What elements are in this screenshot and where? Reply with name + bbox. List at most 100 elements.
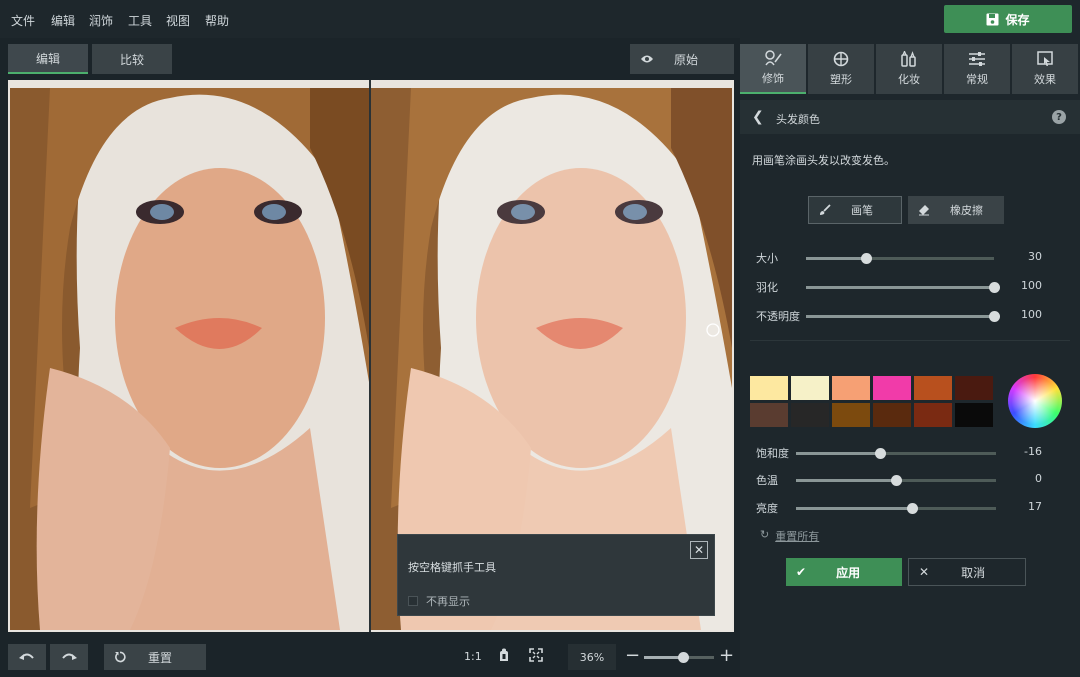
tab-reshape[interactable]: 塑形 [808, 44, 874, 94]
slider-saturation-thumb[interactable] [875, 448, 886, 459]
color-swatch[interactable] [873, 403, 911, 427]
color-swatch[interactable] [955, 403, 993, 427]
slider-size-thumb[interactable] [861, 253, 873, 264]
slider-temperature-value: 0 [1035, 472, 1042, 485]
zoom-slider-fill [644, 656, 683, 659]
slider-saturation-fill [796, 452, 880, 455]
original-label: 原始 [674, 52, 699, 67]
zoom-in-icon[interactable]: + [719, 645, 734, 666]
tab-makeup-label: 化妆 [898, 73, 920, 86]
eye-icon [641, 55, 653, 63]
undo-button[interactable] [8, 644, 46, 670]
reshape-icon [833, 51, 849, 67]
dont-show-checkbox[interactable]: 不再显示 [408, 593, 470, 609]
slider-saturation-value: -16 [1024, 445, 1042, 458]
color-swatch[interactable] [914, 403, 952, 427]
fit-screen-icon[interactable] [529, 648, 543, 665]
actual-size-button[interactable]: 1:1 [464, 650, 482, 663]
color-swatch[interactable] [750, 403, 788, 427]
menu-help[interactable]: 帮助 [205, 12, 229, 29]
original-button[interactable]: 原始 [630, 44, 734, 74]
zoom-slider[interactable] [644, 652, 714, 663]
retouch-brush-icon [765, 50, 782, 66]
tab-effects[interactable]: 效果 [1012, 44, 1078, 94]
adjust-panel: 修饰 塑形 化妆 常规 效果 ❮ 头发颜色 ? 用画笔涂画头发以改变发色。 画笔… [740, 38, 1080, 677]
menu-edit[interactable]: 编辑 [51, 12, 75, 29]
menu-tools[interactable]: 工具 [128, 12, 152, 29]
slider-brightness-label: 亮度 [756, 502, 778, 515]
slider-size-label: 大小 [756, 252, 778, 265]
slider-brightness-value: 17 [1028, 500, 1042, 513]
color-swatch[interactable] [832, 403, 870, 427]
slider-feather-fill [806, 286, 994, 289]
slider-size-fill [806, 257, 867, 260]
zoom-field[interactable]: 36% [568, 644, 616, 670]
slider-size[interactable] [806, 253, 994, 264]
divider [750, 340, 1070, 341]
sliders-icon [969, 52, 985, 66]
slider-opacity-value: 100 [1021, 308, 1042, 321]
tool-description: 用画笔涂画头发以改变发色。 [752, 154, 895, 167]
tab-reshape-label: 塑形 [830, 73, 852, 86]
menu-view[interactable]: 视图 [166, 12, 190, 29]
reset-all-icon: ↻ [760, 528, 770, 541]
zoom-slider-thumb[interactable] [677, 652, 689, 663]
cancel-button[interactable]: ✕ 取消 [908, 558, 1026, 586]
slider-opacity-label: 不透明度 [756, 310, 800, 323]
workspace: 编辑 比较 原始 ✕ 按空格键抓手工具 不再显示 [0, 38, 740, 677]
color-swatch[interactable] [955, 376, 993, 400]
slider-opacity[interactable] [806, 311, 1000, 322]
slider-feather-label: 羽化 [756, 281, 778, 294]
slider-size-value: 30 [1028, 250, 1042, 263]
slider-feather-thumb[interactable] [989, 282, 1000, 293]
slider-opacity-thumb[interactable] [989, 311, 1000, 322]
slider-temperature[interactable] [796, 475, 996, 486]
tab-edit[interactable]: 编辑 [8, 44, 88, 74]
color-wheel-picker[interactable] [1008, 374, 1062, 428]
slider-feather[interactable] [806, 282, 1000, 293]
color-swatch[interactable] [832, 376, 870, 400]
hint-text: 按空格键抓手工具 [408, 561, 496, 574]
menu-file[interactable]: 文件 [11, 12, 35, 29]
color-swatch[interactable] [791, 403, 829, 427]
slider-brightness-fill [796, 507, 912, 510]
tab-makeup[interactable]: 化妆 [876, 44, 942, 94]
cancel-label: 取消 [961, 565, 986, 580]
save-button[interactable]: 保存 [944, 5, 1072, 33]
slider-brightness[interactable] [796, 503, 996, 514]
slider-saturation[interactable] [796, 448, 996, 459]
check-icon: ✔ [796, 565, 807, 579]
tab-compare[interactable]: 比较 [92, 44, 172, 74]
slider-brightness-thumb[interactable] [907, 503, 918, 514]
tab-retouch-label: 修饰 [762, 72, 784, 85]
section-header: ❮ 头发颜色 ? [740, 100, 1080, 134]
color-swatch[interactable] [873, 376, 911, 400]
compare-divider[interactable] [369, 80, 371, 632]
close-icon[interactable]: ✕ [690, 541, 708, 559]
back-arrow-icon[interactable]: ❮ [752, 109, 764, 125]
menu-retouch[interactable]: 润饰 [89, 12, 113, 29]
color-swatch[interactable] [791, 376, 829, 400]
makeup-icon [901, 51, 916, 67]
save-label: 保存 [1005, 12, 1030, 27]
slider-temperature-thumb[interactable] [891, 475, 902, 486]
tab-general[interactable]: 常规 [944, 44, 1010, 94]
help-icon[interactable]: ? [1052, 110, 1066, 124]
menu-bar: 文件 编辑 润饰 工具 视图 帮助 保存 [0, 0, 1080, 38]
reset-icon [115, 651, 126, 663]
slider-opacity-fill [806, 315, 994, 318]
zoom-out-icon[interactable]: − [625, 645, 640, 666]
reset-button[interactable]: 重置 [104, 644, 206, 670]
color-swatch[interactable] [914, 376, 952, 400]
color-swatch[interactable] [750, 376, 788, 400]
pan-hand-icon[interactable] [497, 648, 511, 665]
redo-button[interactable] [50, 644, 88, 670]
reset-label: 重置 [148, 650, 173, 665]
tab-retouch[interactable]: 修饰 [740, 44, 806, 94]
reset-all-label: 重置所有 [775, 530, 820, 543]
apply-button[interactable]: ✔ 应用 [786, 558, 902, 586]
brush-button[interactable]: 画笔 [808, 196, 902, 224]
reset-all-link[interactable]: ↻ 重置所有 [760, 528, 819, 544]
eraser-button[interactable]: 橡皮擦 [908, 196, 1004, 224]
slider-feather-value: 100 [1021, 279, 1042, 292]
